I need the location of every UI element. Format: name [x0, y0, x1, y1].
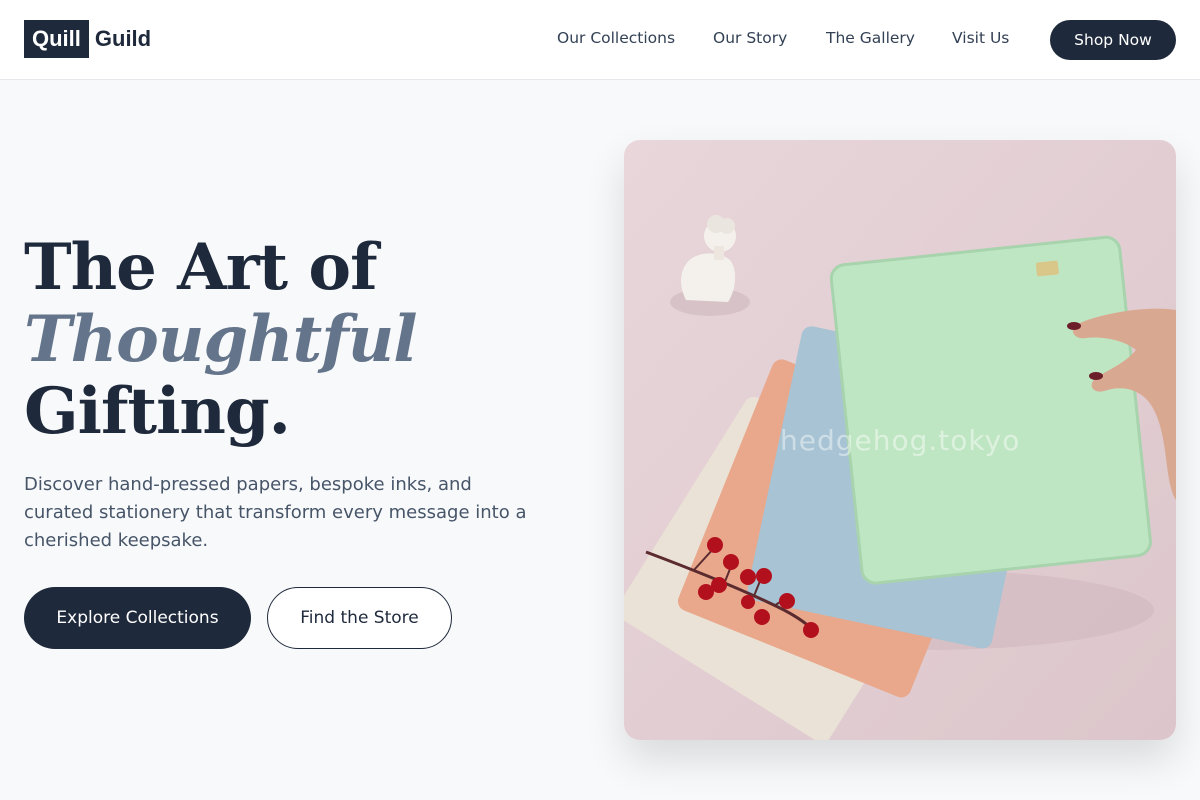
hero-title-accent: Thoughtful — [24, 302, 418, 377]
logo-word-text: Guild — [94, 26, 152, 51]
hero-title-line-3: Gifting. — [24, 374, 291, 449]
find-store-button[interactable]: Find the Store — [267, 587, 452, 649]
nav-link-gallery[interactable]: The Gallery — [826, 29, 915, 47]
explore-collections-button[interactable]: Explore Collections — [24, 587, 251, 649]
logo-box-text: Quill — [24, 20, 89, 58]
hero-title-line-1: The Art of — [24, 230, 378, 305]
nav-link-visit[interactable]: Visit Us — [952, 29, 1009, 47]
shop-now-button[interactable]: Shop Now — [1050, 20, 1176, 60]
nav-link-collections[interactable]: Our Collections — [557, 29, 675, 47]
hero-image: hedgehog.tokyo — [624, 140, 1176, 740]
site-header: Quill Guild Our Collections Our Story Th… — [0, 0, 1200, 80]
hero-subtitle: Discover hand-pressed papers, bespoke in… — [24, 474, 527, 551]
green-notebook — [829, 235, 1152, 585]
hero-title: The Art of Thoughtful Gifting. — [24, 230, 418, 449]
nav-link-story[interactable]: Our Story — [713, 29, 787, 47]
brand-logo[interactable]: Quill Guild — [24, 20, 151, 58]
image-watermark: hedgehog.tokyo — [780, 424, 1021, 457]
